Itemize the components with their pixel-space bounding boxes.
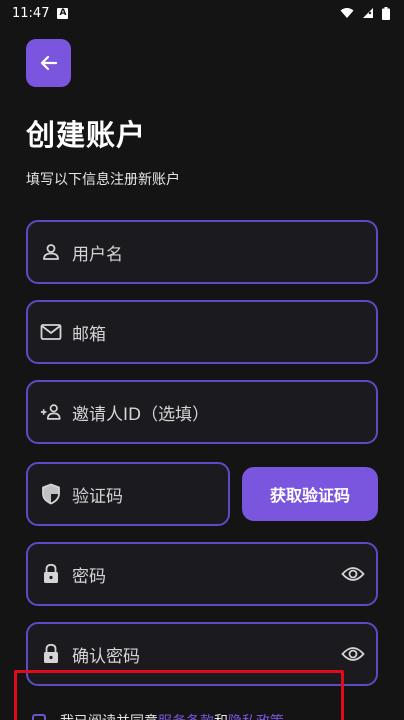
status-right bbox=[340, 6, 390, 20]
lock-icon bbox=[40, 563, 62, 585]
person-add-icon bbox=[40, 401, 62, 423]
eye-icon[interactable] bbox=[340, 643, 366, 665]
status-left: 11:47 A bbox=[12, 5, 69, 21]
password-placeholder: 密码 bbox=[72, 566, 106, 587]
lock-icon bbox=[40, 643, 62, 665]
back-button[interactable] bbox=[26, 39, 71, 87]
verification-code-placeholder: 验证码 bbox=[72, 486, 123, 507]
invite-id-field[interactable]: 邀请人ID（选填） bbox=[26, 380, 378, 444]
person-icon bbox=[40, 241, 62, 263]
username-placeholder: 用户名 bbox=[72, 244, 123, 265]
eye-icon[interactable] bbox=[340, 563, 366, 585]
shield-icon bbox=[40, 483, 62, 505]
privacy-link[interactable]: 隐私政策 bbox=[228, 711, 284, 720]
status-time: 11:47 bbox=[12, 5, 50, 21]
arrow-left-icon bbox=[40, 55, 57, 71]
agreement-row: 我已阅读并同意 服务条款 和 隐私政策 bbox=[32, 711, 284, 720]
agreement-prefix: 我已阅读并同意 bbox=[60, 711, 158, 720]
terms-link[interactable]: 服务条款 bbox=[158, 711, 214, 720]
agreement-and: 和 bbox=[214, 711, 228, 720]
username-field[interactable]: 用户名 bbox=[26, 220, 378, 284]
invite-id-placeholder: 邀请人ID（选填） bbox=[72, 404, 210, 425]
mail-icon bbox=[40, 321, 62, 343]
battery-icon bbox=[382, 6, 390, 20]
page-title: 创建账户 bbox=[26, 118, 147, 152]
email-field[interactable]: 邮箱 bbox=[26, 300, 378, 364]
signal-icon bbox=[363, 8, 373, 18]
agree-checkbox[interactable] bbox=[32, 714, 46, 720]
verification-code-field[interactable]: 验证码 bbox=[26, 462, 230, 526]
email-placeholder: 邮箱 bbox=[72, 324, 106, 345]
get-code-button[interactable]: 获取验证码 bbox=[242, 467, 378, 521]
password-field[interactable]: 密码 bbox=[26, 542, 378, 606]
wifi-icon bbox=[340, 8, 354, 18]
page-subtitle: 填写以下信息注册新账户 bbox=[26, 172, 180, 188]
notification-icon: A bbox=[57, 7, 69, 19]
status-bar: 11:47 A bbox=[0, 0, 404, 26]
confirm-password-placeholder: 确认密码 bbox=[72, 646, 140, 667]
